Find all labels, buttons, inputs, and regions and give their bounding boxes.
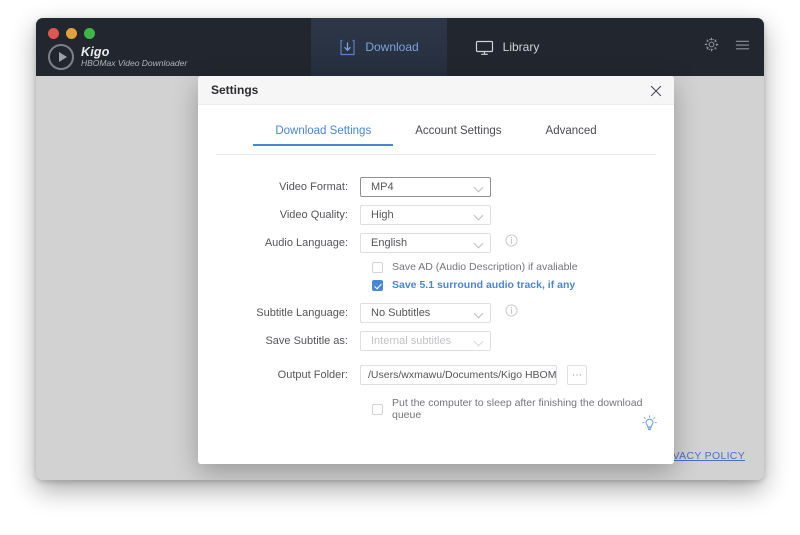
app-brand: Kigo HBOMax Video Downloader xyxy=(48,44,187,70)
audio-language-select[interactable]: English xyxy=(360,233,491,253)
app-logo-icon xyxy=(48,44,74,70)
tab-account-settings[interactable]: Account Settings xyxy=(393,125,523,155)
dialog-header: Settings xyxy=(198,76,674,105)
audio-language-label: Audio Language: xyxy=(264,237,348,249)
subtitle-language-label: Subtitle Language: xyxy=(256,307,348,319)
checkbox-save-surround[interactable]: Save 5.1 surround audio track, if any xyxy=(372,279,674,291)
output-folder-label: Output Folder: xyxy=(277,369,348,381)
screenshot-root: Kigo HBOMax Video Downloader Download Li… xyxy=(0,0,800,535)
brand-subtitle: HBOMax Video Downloader xyxy=(81,58,188,69)
app-window: Kigo HBOMax Video Downloader Download Li… xyxy=(36,18,764,480)
checkbox-save-ad-label: Save AD (Audio Description) if avaliable xyxy=(392,261,578,273)
window-minimize-button[interactable] xyxy=(66,28,77,39)
checkbox-save-ad-box[interactable] xyxy=(372,261,383,273)
row-audio-language: Audio Language: English xyxy=(198,233,674,253)
video-format-select[interactable]: MP4 xyxy=(360,177,491,197)
save-subtitle-as-label: Save Subtitle as: xyxy=(265,335,348,347)
monitor-icon xyxy=(475,39,494,56)
video-format-value: MP4 xyxy=(371,181,394,193)
close-icon[interactable] xyxy=(647,82,664,99)
row-video-quality: Video Quality: High xyxy=(198,205,674,225)
nav-tab-library[interactable]: Library xyxy=(447,18,567,76)
download-icon xyxy=(339,39,356,56)
dialog-title: Settings xyxy=(211,83,259,97)
menu-hamburger-icon[interactable] xyxy=(735,38,750,57)
subtitle-language-info-icon[interactable] xyxy=(505,304,518,322)
save-subtitle-as-value: Internal subtitles xyxy=(371,335,452,347)
chevron-down-icon xyxy=(473,308,484,319)
video-quality-label: Video Quality: xyxy=(279,209,348,221)
checkbox-sleep-after-box[interactable] xyxy=(372,403,383,415)
row-subtitle-language: Subtitle Language: No Subtitles xyxy=(198,303,674,323)
output-folder-input[interactable]: /Users/wxmawu/Documents/Kigo HBOMax Vid xyxy=(360,365,557,385)
tab-download-settings[interactable]: Download Settings xyxy=(253,125,393,155)
nav-tab-download[interactable]: Download xyxy=(311,18,447,76)
settings-gear-icon[interactable] xyxy=(704,37,719,57)
subtitle-language-select[interactable]: No Subtitles xyxy=(360,303,491,323)
row-video-format: Video Format: MP4 xyxy=(198,177,674,197)
checkbox-save-ad[interactable]: Save AD (Audio Description) if avaliable xyxy=(372,261,674,273)
video-quality-select[interactable]: High xyxy=(360,205,491,225)
checkbox-sleep-after[interactable]: Put the computer to sleep after finishin… xyxy=(372,397,674,421)
checkbox-save-surround-box[interactable] xyxy=(372,279,383,291)
chevron-down-icon xyxy=(473,182,484,193)
tip-bulb-icon[interactable] xyxy=(641,415,658,438)
chevron-down-icon xyxy=(473,336,484,347)
settings-dialog: Settings Download Settings Account Setti… xyxy=(198,76,674,464)
brand-name: Kigo xyxy=(81,45,110,60)
video-quality-value: High xyxy=(371,209,394,221)
checkbox-save-surround-label: Save 5.1 surround audio track, if any xyxy=(392,279,576,291)
subtitle-language-value: No Subtitles xyxy=(371,307,431,319)
title-bar: Kigo HBOMax Video Downloader Download Li… xyxy=(36,18,764,76)
chevron-down-icon xyxy=(473,210,484,221)
download-settings-form: Video Format: MP4 Video Quality: High Au… xyxy=(198,155,674,421)
nav-tab-library-label: Library xyxy=(502,40,540,54)
window-close-button[interactable] xyxy=(48,28,59,39)
row-save-subtitle-as: Save Subtitle as: Internal subtitles xyxy=(198,331,674,351)
save-subtitle-as-select: Internal subtitles xyxy=(360,331,491,351)
window-maximize-button[interactable] xyxy=(84,28,95,39)
tab-advanced[interactable]: Advanced xyxy=(524,125,619,155)
output-folder-browse-button[interactable]: ⋯ xyxy=(567,365,587,385)
tabs-divider xyxy=(216,154,656,155)
nav-tab-download-label: Download xyxy=(365,40,419,54)
row-output-folder: Output Folder: /Users/wxmawu/Documents/K… xyxy=(198,365,674,385)
dialog-tabs: Download Settings Account Settings Advan… xyxy=(198,125,674,155)
chevron-down-icon xyxy=(473,238,484,249)
audio-language-value: English xyxy=(371,237,408,249)
checkbox-sleep-after-label: Put the computer to sleep after finishin… xyxy=(392,397,643,421)
audio-language-info-icon[interactable] xyxy=(505,234,518,252)
video-format-label: Video Format: xyxy=(279,181,348,193)
